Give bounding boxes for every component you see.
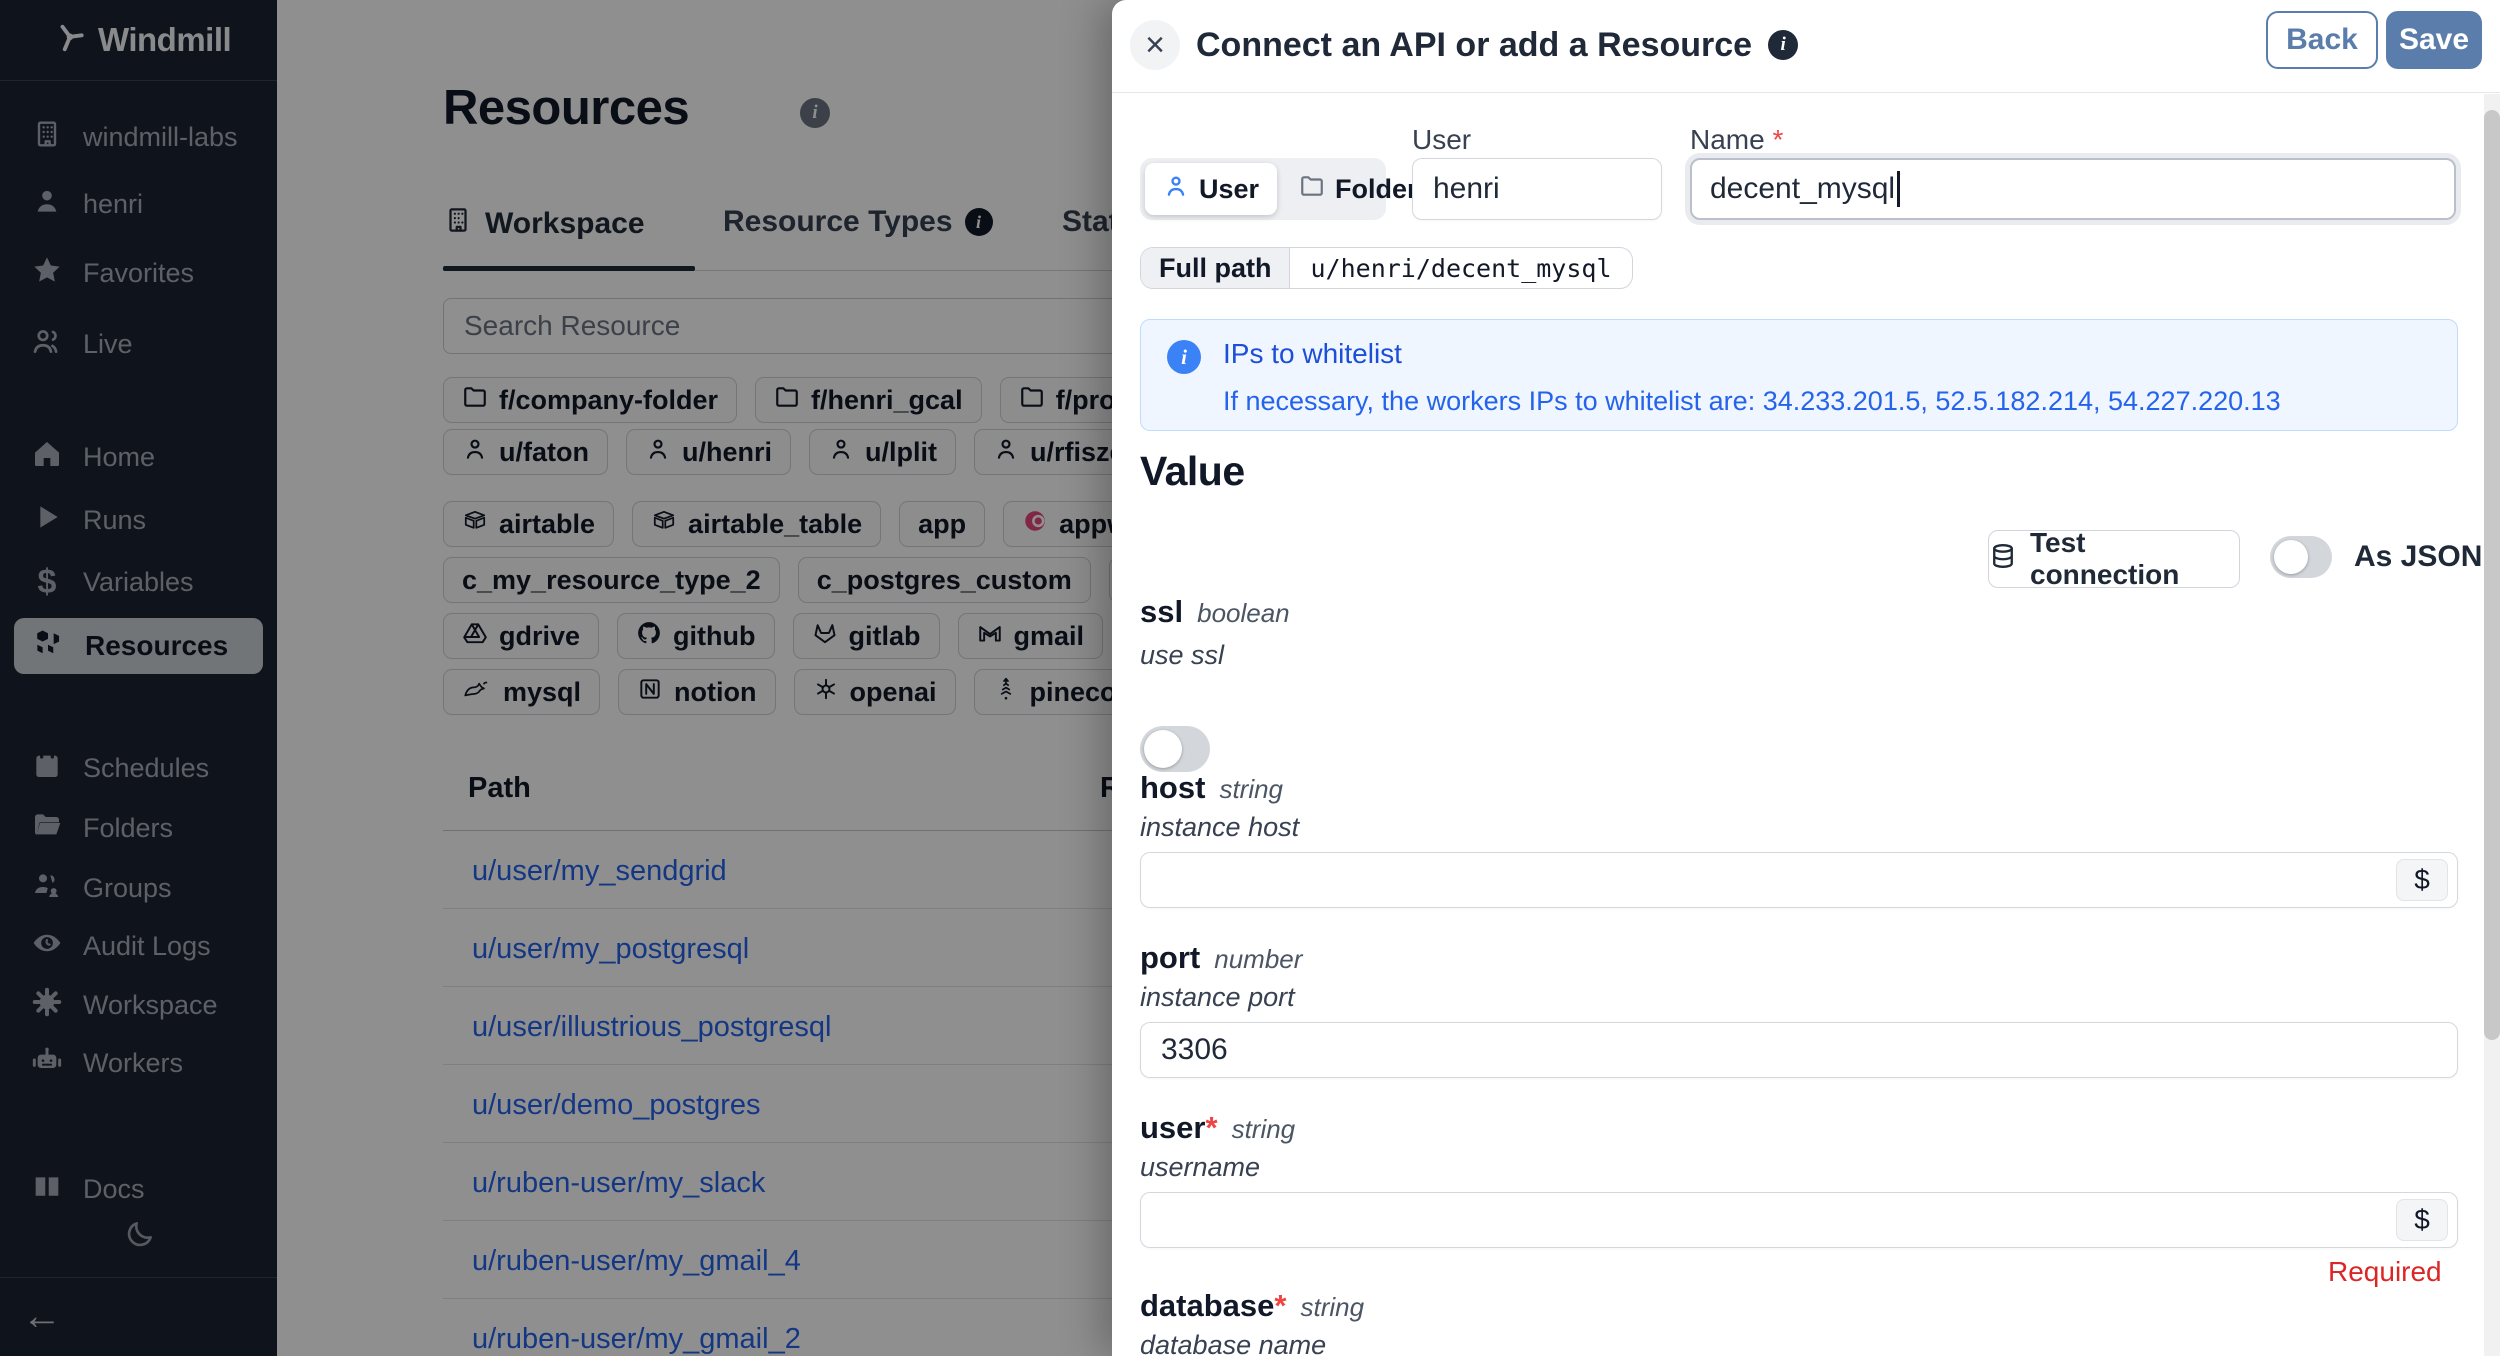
full-path-value: u/henri/decent_mysql — [1310, 253, 1612, 283]
host-variable-picker-button[interactable]: $ — [2396, 859, 2448, 901]
toggle-knob — [2274, 540, 2308, 574]
port-input[interactable] — [1140, 1022, 2458, 1078]
drawer-scrollbar-thumb[interactable] — [2484, 110, 2500, 1040]
test-connection-button[interactable]: Test connection — [1988, 527, 2240, 590]
field-port-name: port number — [1140, 940, 1303, 975]
database-icon — [1989, 542, 2017, 577]
field-ssl-name: ssl boolean — [1140, 594, 1290, 629]
ip-whitelist-infobox: i IPs to whitelist If necessary, the wor… — [1140, 319, 2458, 431]
full-path-label: Full path — [1141, 248, 1291, 288]
field-database-name: database* string — [1140, 1288, 1365, 1323]
required-asterisk: * — [1205, 1110, 1218, 1145]
name-input[interactable]: decent_mysql — [1690, 158, 2456, 220]
infobox-title: IPs to whitelist — [1223, 338, 1402, 369]
field-host-desc: instance host — [1140, 812, 1300, 842]
person-icon — [1163, 173, 1189, 206]
as-json-toggle[interactable] — [2270, 536, 2332, 578]
user-field-label: User — [1412, 124, 1472, 155]
field-database-type: string — [1300, 1292, 1365, 1322]
field-port-desc: instance port — [1140, 982, 1295, 1012]
required-asterisk: * — [1274, 1288, 1287, 1323]
info-icon: i — [1167, 340, 1201, 374]
folder-icon — [1299, 173, 1325, 206]
save-button[interactable]: Save — [2386, 11, 2482, 69]
field-user-name: user* string — [1140, 1110, 1296, 1145]
required-note: Required — [2328, 1256, 2442, 1287]
field-user-type: string — [1231, 1114, 1296, 1144]
drawer-title-info-icon[interactable]: i — [1768, 30, 1799, 60]
field-database-desc: database name — [1140, 1330, 1327, 1356]
back-button[interactable]: Back — [2266, 11, 2378, 69]
owner-kind-toggle: User Folder — [1140, 158, 1418, 220]
name-field-label: Name * — [1690, 124, 1784, 155]
field-ssl-type: boolean — [1197, 598, 1290, 628]
owner-user-option[interactable]: User — [1145, 163, 1278, 215]
windmill-app: Windmill windmill-labs henri Favorites L… — [0, 0, 2500, 1356]
required-asterisk: * — [1772, 124, 1784, 155]
as-json-label: As JSON — [2354, 540, 2483, 573]
host-input[interactable] — [1140, 852, 2458, 908]
infobox-body: If necessary, the workers IPs to whiteli… — [1223, 386, 2281, 416]
field-host-type: string — [1219, 774, 1284, 804]
ssl-toggle[interactable] — [1140, 726, 1210, 772]
field-port-type: number — [1214, 944, 1303, 974]
value-section-title: Value — [1140, 448, 1245, 494]
user-variable-picker-button[interactable]: $ — [2396, 1199, 2448, 1241]
connect-resource-drawer: × Connect an API or add a Resource i Bac… — [1112, 0, 2500, 1356]
text-cursor — [1897, 171, 1901, 207]
user-value-input[interactable] — [1140, 1192, 2458, 1248]
field-host-name: host string — [1140, 770, 1284, 805]
field-user-desc: username — [1140, 1152, 1261, 1182]
drawer-title: Connect an API or add a Resource i — [1196, 0, 1799, 90]
full-path: Full path u/henri/decent_mysql — [1140, 247, 1633, 289]
toggle-knob — [1144, 730, 1182, 768]
field-ssl-desc: use ssl — [1140, 640, 1225, 670]
close-icon[interactable]: × — [1130, 20, 1180, 70]
user-input[interactable] — [1412, 158, 1662, 220]
